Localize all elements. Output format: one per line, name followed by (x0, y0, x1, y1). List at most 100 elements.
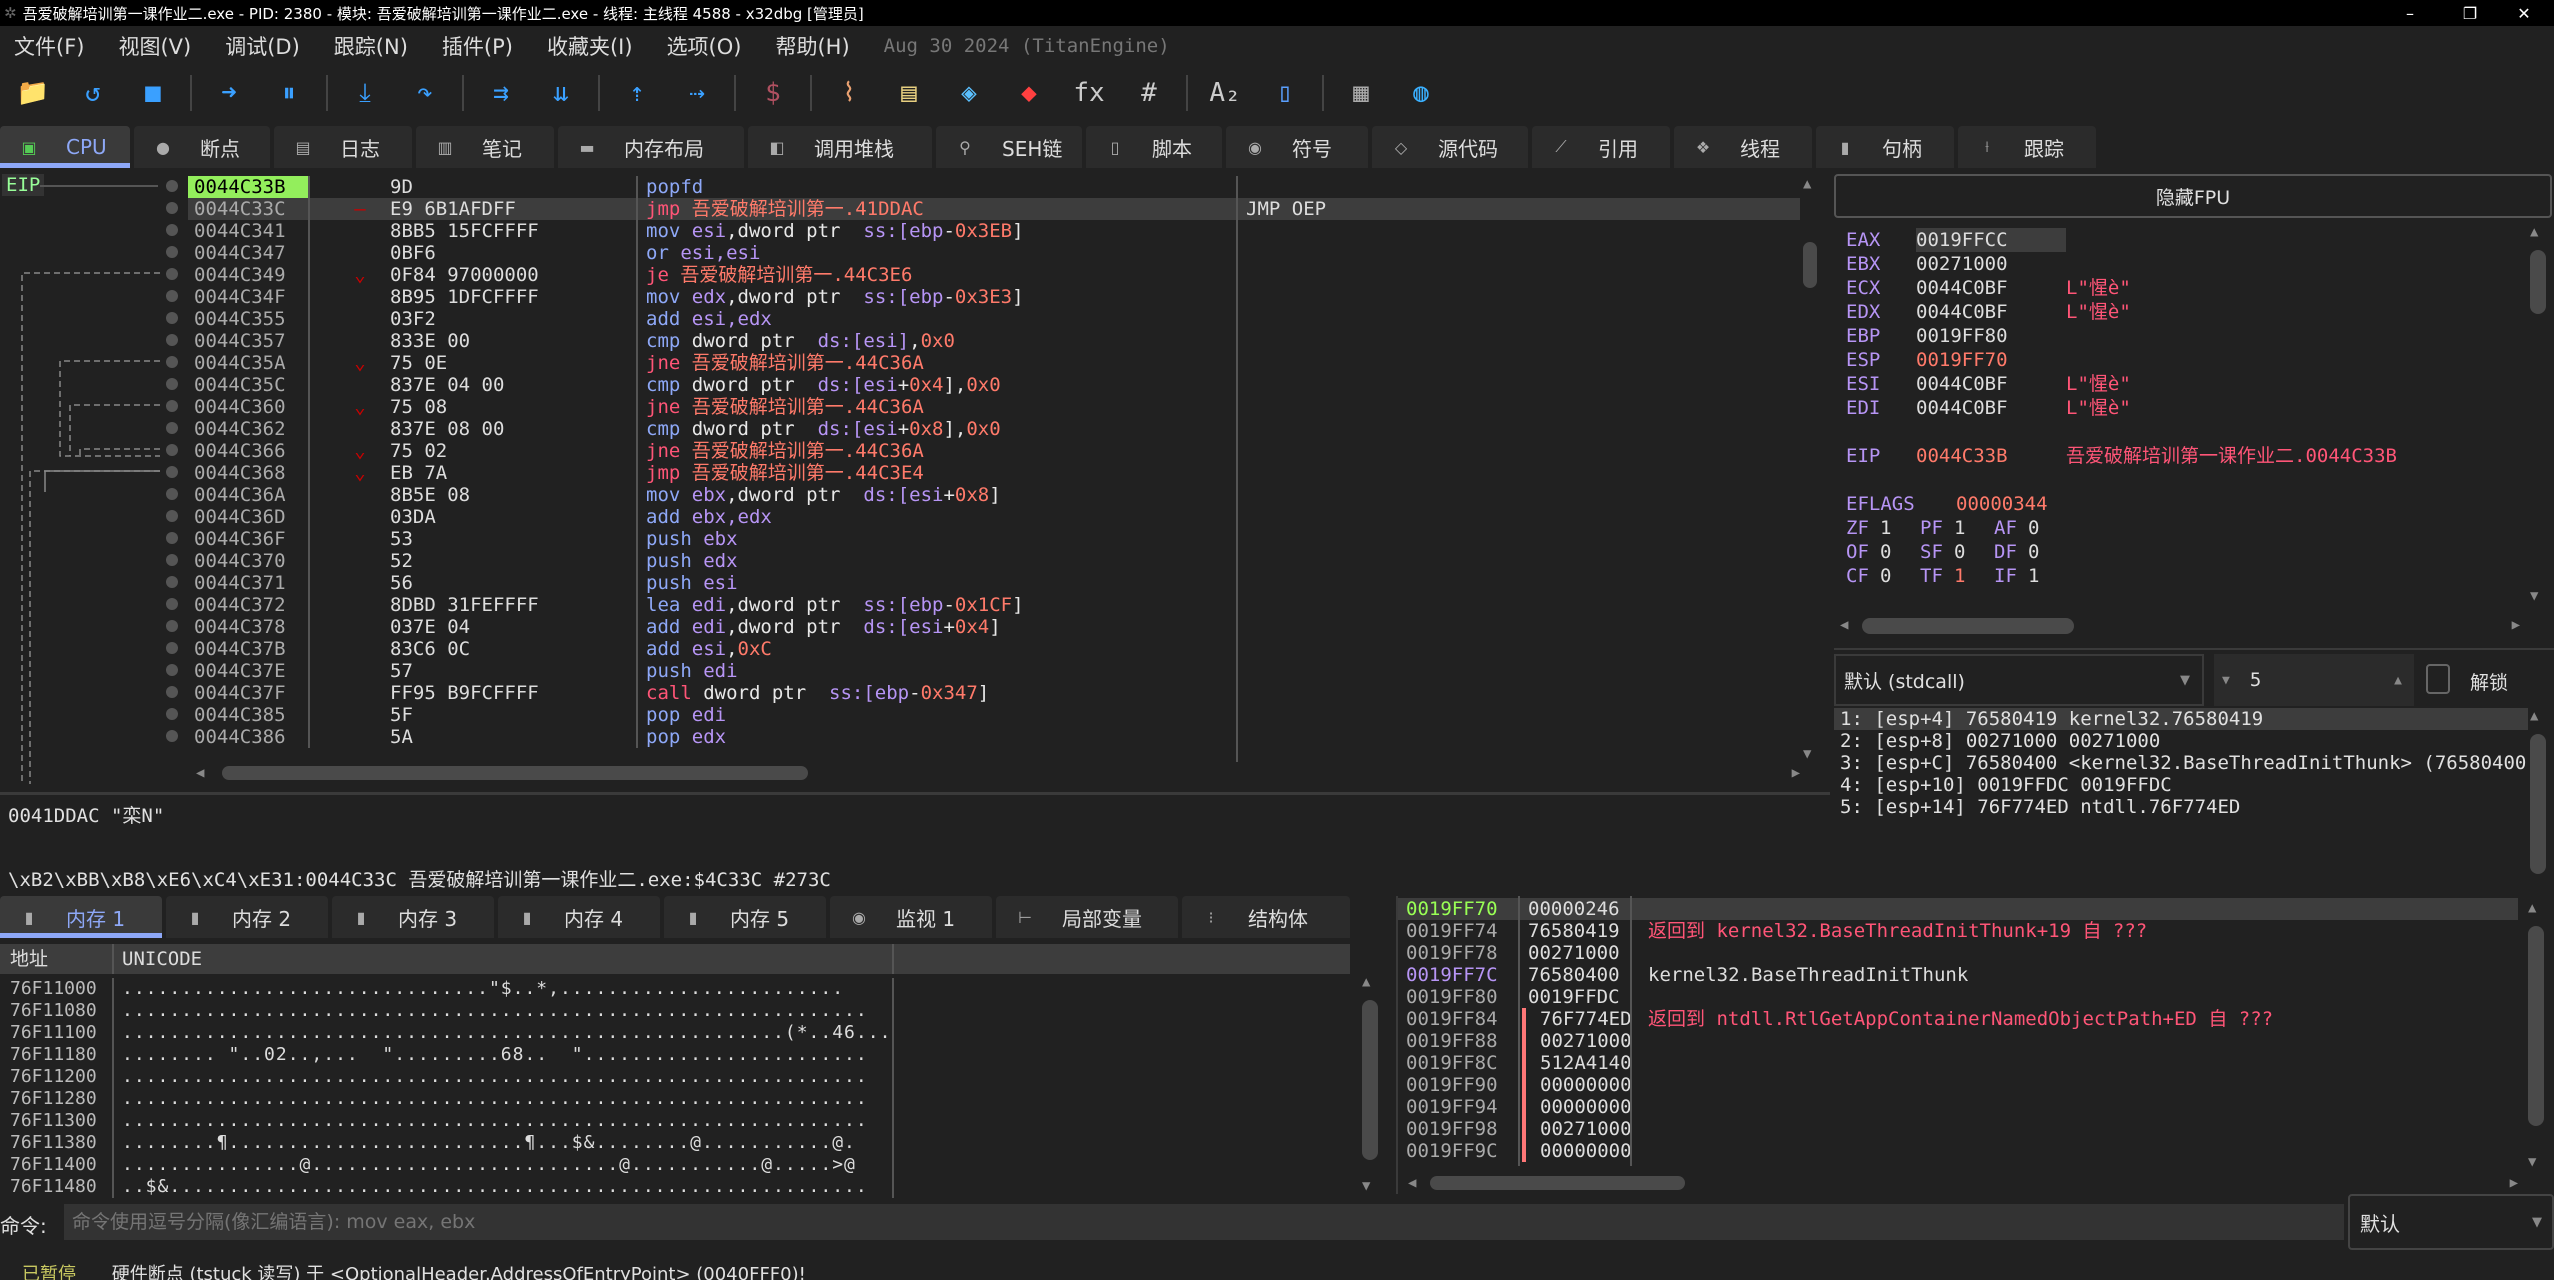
disasm-row[interactable]: 0044C360 ⌄ 75 08 jne 吾爱破解培训第一.44C36A (188, 396, 1800, 418)
calculator-icon[interactable]: ▦ (1338, 73, 1384, 113)
stack-row[interactable]: 0019FF78 00271000 (1398, 942, 2518, 964)
tab-12[interactable]: ▮ 句柄 (1816, 126, 1954, 168)
scroll-down-icon[interactable]: ▼ (1362, 1178, 1370, 1194)
trace-into-icon[interactable]: ⇉ (478, 73, 524, 113)
scroll-up-icon[interactable]: ▲ (1362, 974, 1370, 990)
bookmark-icon[interactable]: ◆ (1006, 73, 1052, 113)
menu-item-6[interactable]: 选项(O) (667, 31, 742, 61)
breakpoint-toggle[interactable] (166, 224, 178, 236)
stack-vscroll[interactable]: ▲ ▼ (2526, 900, 2544, 1170)
breakpoint-toggle[interactable] (166, 576, 178, 588)
disasm-row[interactable]: 0044C368 ⌄ EB 7A jmp 吾爱破解培训第一.44C3E4 (188, 462, 1800, 484)
patch-icon[interactable]: ⌇ (826, 73, 872, 113)
dump-row[interactable]: 76F11180........ "..02..,... ".........6… (0, 1044, 1350, 1066)
dump-vscroll[interactable]: ▲ ▼ (1360, 974, 1378, 1194)
register-value[interactable]: 0044C0BF (1916, 372, 2066, 396)
disasm-row[interactable]: 0044C37E 57 push edi (188, 660, 1800, 682)
tab-0[interactable]: ▣ CPU (0, 126, 130, 168)
flag-value[interactable]: 0 (1880, 564, 1920, 588)
maximize-button[interactable]: ❐ (2440, 0, 2500, 26)
disasm-row[interactable]: 0044C37F FF95 B9FCFFFF call dword ptr ss:[… (188, 682, 1800, 704)
pause-icon[interactable]: ⏸ (266, 73, 312, 113)
stack-row[interactable]: 0019FF70 00000246 (1398, 898, 2518, 920)
disasm-row[interactable]: 0044C372 8DBD 31FEFFFF lea edi,dword ptr s… (188, 594, 1800, 616)
stack-row[interactable]: 0019FF94 00000000 (1398, 1096, 2518, 1118)
register-value[interactable]: 0044C0BF (1916, 276, 2066, 300)
stack-row[interactable]: 0019FF80 0019FFDC (1398, 986, 2518, 1008)
breakpoint-toggle[interactable] (166, 598, 178, 610)
argument-row[interactable]: 2: [esp+8] 00271000 00271000 (1834, 730, 2528, 752)
tab-7[interactable]: ▯ 脚本 (1086, 126, 1222, 168)
argument-row[interactable]: 5: [esp+14] 76F774ED ntdll.76F774ED (1834, 796, 2528, 818)
disasm-row[interactable]: 0044C349 ⌄ 0F84 97000000 je 吾爱破解培训第一.44C3E6 (188, 264, 1800, 286)
dump-row[interactable]: 76F11000 ..............................."… (0, 978, 1350, 1000)
arguments-vscroll[interactable]: ▲ (2528, 708, 2546, 888)
dump-col-address[interactable]: 地址 (0, 944, 114, 974)
disasm-hscroll[interactable]: ◀ ▶ (196, 764, 1800, 782)
dump-tab-1[interactable]: ▮ 内存 2 (166, 896, 328, 938)
breakpoint-toggle[interactable] (166, 532, 178, 544)
flag-value[interactable]: 1 (2028, 564, 2068, 588)
menu-item-4[interactable]: 插件(P) (442, 31, 513, 61)
increment-icon[interactable]: ▲ (2394, 673, 2402, 688)
menu-item-7[interactable]: 帮助(H) (775, 31, 849, 61)
dump-row[interactable]: 76F11100................................… (0, 1022, 1350, 1044)
argument-row[interactable]: 3: [esp+C] 76580400 <kernel32.BaseThread… (1834, 752, 2538, 774)
stack-row[interactable]: 0019FF84 76F774ED 返回到 ntdll.RtlGetAppConta… (1398, 1008, 2518, 1030)
eflags-value[interactable]: 00000344 (1956, 492, 2048, 516)
minimize-button[interactable]: – (2380, 0, 2440, 26)
menu-item-3[interactable]: 跟踪(N) (334, 31, 408, 61)
dump-row[interactable]: 76F11280................................… (0, 1088, 1350, 1110)
menu-item-1[interactable]: 视图(V) (118, 31, 191, 61)
disasm-row[interactable]: 0044C36D 03DA add ebx,edx (188, 506, 1800, 528)
command-mode-select[interactable]: 默认 ▼ (2348, 1194, 2554, 1250)
disasm-row[interactable]: 0044C355 03F2 add esi,edx (188, 308, 1800, 330)
register-value[interactable]: 0019FFCC (1916, 228, 2066, 252)
disasm-vscroll[interactable]: ▲ ▼ (1800, 176, 1818, 762)
breakpoint-toggle[interactable] (166, 290, 178, 302)
scroll-left-icon[interactable]: ◀ (1840, 617, 1848, 633)
disasm-row[interactable]: 0044C37B 83C6 0C add esi,0xC (188, 638, 1800, 660)
disasm-row[interactable]: 0044C33C – E9 6B1AFDFF jmp 吾爱破解培训第一.41DDAC J… (188, 198, 1800, 220)
register-value[interactable]: 0019FF80 (1916, 324, 2066, 348)
scroll-right-icon[interactable]: ▶ (1792, 765, 1800, 781)
stop-icon[interactable]: ■ (130, 73, 176, 113)
scroll-right-icon[interactable]: ▶ (2510, 1175, 2518, 1191)
breakpoint-toggle[interactable] (166, 488, 178, 500)
menu-item-2[interactable]: 调试(D) (225, 31, 300, 61)
flag-value[interactable]: 0 (2028, 540, 2068, 564)
restart-icon[interactable]: ↺ (70, 73, 116, 113)
execute-till-return-icon[interactable]: ⇡ (614, 73, 660, 113)
calls-icon[interactable]: ▯ (1262, 73, 1308, 113)
breakpoint-toggle[interactable] (166, 422, 178, 434)
dump-tab-5[interactable]: ◉ 监视 1 (830, 896, 992, 938)
register-value[interactable]: 0044C0BF (1916, 396, 2066, 420)
tab-10[interactable]: ⟋ 引用 (1532, 126, 1670, 168)
dump-tab-2[interactable]: ▮ 内存 3 (332, 896, 494, 938)
breakpoint-toggle[interactable] (166, 334, 178, 346)
stack-row[interactable]: 0019FF7C 76580400 kernel32.BaseThreadInitT… (1398, 964, 2518, 986)
label-icon[interactable]: ◈ (946, 73, 992, 113)
disasm-row[interactable]: 0044C34F 8B95 1DFCFFFF mov edx,dword ptr s… (188, 286, 1800, 308)
disasm-row[interactable]: 0044C366 ⌄ 75 02 jne 吾爱破解培训第一.44C36A (188, 440, 1800, 462)
scroll-up-icon[interactable]: ▲ (2530, 224, 2538, 240)
disasm-row[interactable]: 0044C35C 837E 04 00 cmp dword ptr ds:[esi+… (188, 374, 1800, 396)
unlock-checkbox[interactable] (2426, 664, 2450, 694)
dump-row[interactable]: 76F11400 ...............@................… (0, 1154, 1350, 1176)
disasm-row[interactable]: 0044C385 5F pop edi (188, 704, 1800, 726)
run-to-user-code-icon[interactable]: ⇢ (674, 73, 720, 113)
register-value[interactable]: 0044C33B (1916, 444, 2066, 468)
argument-row[interactable]: 1: [esp+4] 76580419 kernel32.76580419 (1834, 708, 2528, 730)
flag-value[interactable]: 1 (1954, 516, 1994, 540)
step-over-icon[interactable]: ↷ (402, 73, 448, 113)
trace-over-icon[interactable]: ⇊ (538, 73, 584, 113)
register-value[interactable]: 00271000 (1916, 252, 2066, 276)
close-button[interactable]: ✕ (2494, 0, 2554, 26)
disasm-row[interactable]: 0044C341 8BB5 15FCFFFF mov esi,dword ptr s… (188, 220, 1800, 242)
tab-8[interactable]: ◉ 符号 (1226, 126, 1368, 168)
breakpoint-toggle[interactable] (166, 510, 178, 522)
run-icon[interactable]: ➜ (206, 73, 252, 113)
dump-row[interactable]: 76F11300................................… (0, 1110, 1350, 1132)
breakpoint-toggle[interactable] (166, 202, 178, 214)
tab-13[interactable]: ⟊ 跟踪 (1958, 126, 2096, 168)
